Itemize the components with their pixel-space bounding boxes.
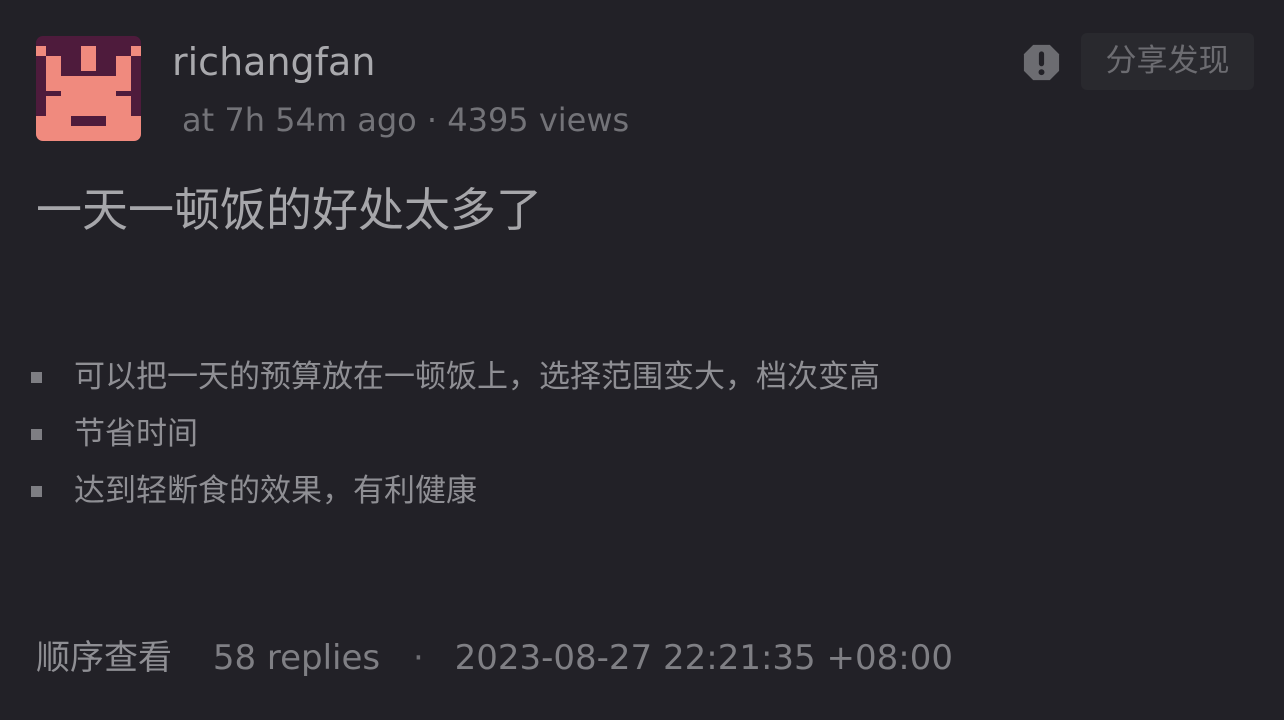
username[interactable]: richangfan [172,36,375,88]
list-item-text: 可以把一天的预算放在一顿饭上，选择范围变大，档次变高 [74,359,880,395]
bullet-icon [31,429,42,440]
post-footer: 顺序查看 58 replies · 2023-08-27 22:21:35 +0… [36,634,953,682]
share-button[interactable]: 分享发现 [1081,33,1254,90]
post-title: 一天一顿饭的好处太多了 [36,183,542,237]
list-item-text: 达到轻断食的效果，有利健康 [74,473,477,509]
post-meta: at 7h 54m ago · 4395 views [182,101,630,139]
bullet-icon [31,486,42,497]
reply-count: 58 replies [212,638,381,678]
avatar[interactable] [36,36,141,141]
view-in-order-link[interactable]: 顺序查看 [36,634,172,682]
report-icon[interactable] [1023,44,1060,81]
post-datetime: 2023-08-27 22:21:35 +08:00 [454,638,953,678]
list-item-text: 节省时间 [74,416,198,452]
separator: · [412,638,424,678]
bullet-icon [31,372,42,383]
